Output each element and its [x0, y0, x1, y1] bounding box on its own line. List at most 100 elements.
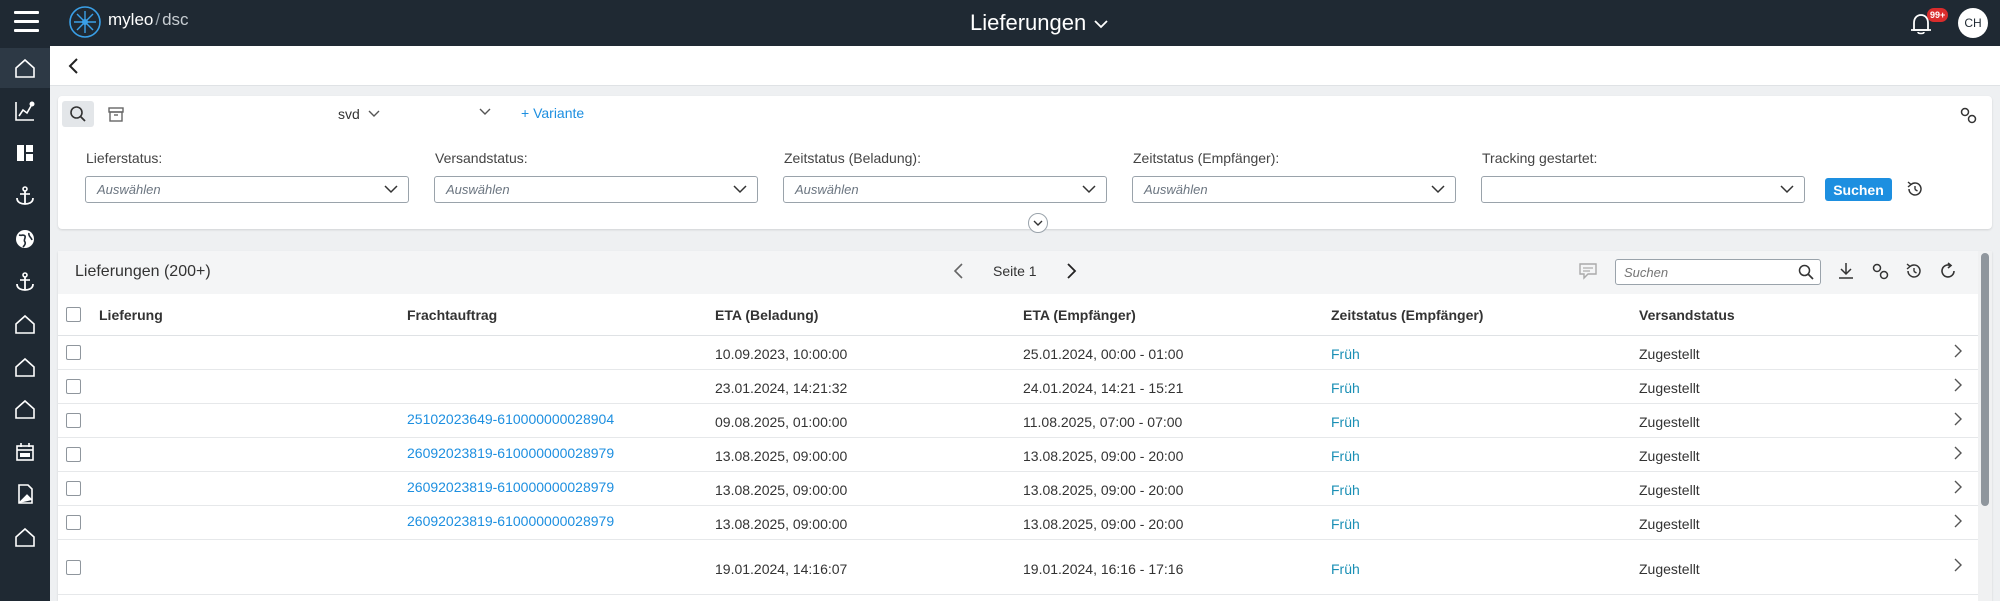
chevron-right-icon[interactable] [1953, 378, 1963, 392]
cell-frachtauftrag-link[interactable]: 26092023819-610000000028979 [407, 513, 614, 529]
cell-eta-beladung: 13.08.2025, 09:00:00 [715, 448, 848, 464]
table-search[interactable] [1615, 259, 1821, 285]
deliveries-table: Lieferungen (200+) Seite 1 Lieferung Fra… [58, 251, 1992, 601]
row-checkbox[interactable] [66, 413, 81, 428]
filter-label-zeitstatus-beladung: Zeitstatus (Beladung): [784, 150, 921, 166]
cell-eta-empfaenger: 25.01.2024, 00:00 - 01:00 [1023, 346, 1184, 362]
column-header-eta-empfaenger[interactable]: ETA (Empfänger) [1023, 307, 1136, 323]
table-search-input[interactable] [1616, 260, 1791, 284]
table-row[interactable]: 26092023819-610000000028979 13.08.2025, … [58, 472, 1978, 506]
user-avatar[interactable]: CH [1958, 8, 1988, 38]
add-variant-link[interactable]: + Variante [521, 105, 584, 121]
table-scrollbar[interactable] [1978, 251, 1992, 601]
home-icon [15, 314, 35, 334]
table-row[interactable]: 23.01.2024, 14:21:32 24.01.2024, 14:21 -… [58, 370, 1978, 404]
select-all-checkbox[interactable] [66, 307, 81, 322]
page-indicator: Seite 1 [993, 263, 1037, 279]
cell-eta-beladung: 13.08.2025, 09:00:00 [715, 516, 848, 532]
zeitstatus-beladung-select[interactable]: Auswählen [783, 176, 1107, 203]
search-icon[interactable] [1798, 264, 1814, 280]
calendar-icon [16, 443, 34, 461]
sidebar-item-analytics[interactable] [0, 91, 50, 131]
chevron-right-icon[interactable] [1953, 412, 1963, 426]
chevron-right-icon[interactable] [1953, 514, 1963, 528]
back-arrow-icon[interactable] [64, 56, 84, 76]
refresh-icon[interactable] [1938, 261, 1958, 281]
menu-icon[interactable] [14, 11, 39, 33]
myleo-logo [69, 6, 101, 38]
column-header-zeitstatus[interactable]: Zeitstatus (Empfänger) [1331, 307, 1483, 323]
chevron-right-icon[interactable] [1953, 344, 1963, 358]
table-row[interactable]: 19.01.2024, 14:16:07 19.01.2024, 16:16 -… [58, 540, 1978, 595]
table-row[interactable]: 25102023649-610000000028904 09.08.2025, … [58, 404, 1978, 438]
sidebar-item-home-3[interactable] [0, 347, 50, 387]
next-page-icon[interactable] [1064, 261, 1078, 281]
search-toggle-button[interactable] [62, 101, 94, 127]
settings-icon[interactable] [1870, 261, 1890, 281]
column-header-lieferung[interactable]: Lieferung [99, 307, 163, 323]
chevron-right-icon[interactable] [1953, 446, 1963, 460]
home-icon [15, 527, 35, 547]
variant-select[interactable]: svd [338, 101, 488, 127]
previous-page-icon[interactable] [952, 261, 966, 281]
document-icon [18, 484, 33, 504]
sidebar-item-anchor-1[interactable] [0, 176, 50, 216]
sidebar-item-home-2[interactable] [0, 304, 50, 344]
comment-icon[interactable] [1578, 261, 1598, 281]
chevron-right-icon[interactable] [1953, 558, 1963, 572]
sidebar-item-globe[interactable] [0, 219, 50, 259]
search-button[interactable]: Suchen [1825, 178, 1892, 201]
sidebar-item-anchor-2[interactable] [0, 262, 50, 302]
row-checkbox[interactable] [66, 447, 81, 462]
cell-zeitstatus: Früh [1331, 448, 1360, 464]
sidebar-item-document[interactable] [0, 474, 50, 514]
column-header-frachtauftrag[interactable]: Frachtauftrag [407, 307, 497, 323]
reset-icon[interactable] [1905, 179, 1925, 199]
cell-frachtauftrag-link[interactable]: 26092023819-610000000028979 [407, 445, 614, 461]
filter-label-tracking-gestartet: Tracking gestartet: [1482, 150, 1598, 166]
history-icon[interactable] [1904, 261, 1924, 281]
row-checkbox[interactable] [66, 379, 81, 394]
row-checkbox[interactable] [66, 560, 81, 575]
table-row[interactable]: 10.09.2023, 10:00:00 25.01.2024, 00:00 -… [58, 336, 1978, 370]
sidebar-item-home[interactable] [0, 48, 50, 88]
back-bar [50, 46, 2000, 86]
sidebar-item-calendar[interactable] [0, 432, 50, 472]
chevron-down-icon [384, 185, 398, 194]
cell-zeitstatus: Früh [1331, 482, 1360, 498]
sidebar-item-home-4[interactable] [0, 389, 50, 429]
cell-zeitstatus: Früh [1331, 516, 1360, 532]
collapse-filters-button[interactable] [1028, 213, 1048, 233]
zeitstatus-empfaenger-select[interactable]: Auswählen [1132, 176, 1456, 203]
tracking-gestartet-select[interactable] [1481, 176, 1805, 203]
page-title-dropdown[interactable]: Lieferungen [970, 6, 1108, 40]
settings-icon[interactable] [1958, 105, 1978, 125]
chevron-right-icon[interactable] [1953, 480, 1963, 494]
cell-zeitstatus: Früh [1331, 414, 1360, 430]
download-icon[interactable] [1836, 261, 1856, 281]
table-row[interactable]: 26092023819-610000000028979 13.08.2025, … [58, 506, 1978, 540]
cell-zeitstatus: Früh [1331, 380, 1360, 396]
row-checkbox[interactable] [66, 345, 81, 360]
table-row[interactable]: 26092023819-610000000028979 13.08.2025, … [58, 438, 1978, 472]
archive-button[interactable] [100, 101, 132, 127]
table-title: Lieferungen (200+) [75, 263, 211, 280]
versandstatus-select[interactable]: Auswählen [434, 176, 758, 203]
row-checkbox[interactable] [66, 481, 81, 496]
chevron-down-icon[interactable] [479, 108, 491, 116]
cell-frachtauftrag-link[interactable]: 26092023819-610000000028979 [407, 479, 614, 495]
sidebar-item-dashboard[interactable] [0, 133, 50, 173]
sidebar-item-home-5[interactable] [0, 517, 50, 557]
chevron-down-icon [1431, 185, 1445, 194]
cell-versandstatus: Zugestellt [1639, 516, 1700, 532]
home-icon [15, 58, 35, 78]
scrollbar-thumb[interactable] [1981, 253, 1989, 506]
filter-label-versandstatus: Versandstatus: [435, 150, 528, 166]
lieferstatus-select[interactable]: Auswählen [85, 176, 409, 203]
chevron-down-icon [1082, 185, 1096, 194]
row-checkbox[interactable] [66, 515, 81, 530]
column-header-versandstatus[interactable]: Versandstatus [1639, 307, 1735, 323]
anchor-icon [16, 272, 34, 291]
column-header-eta-beladung[interactable]: ETA (Beladung) [715, 307, 818, 323]
cell-frachtauftrag-link[interactable]: 25102023649-610000000028904 [407, 411, 614, 427]
